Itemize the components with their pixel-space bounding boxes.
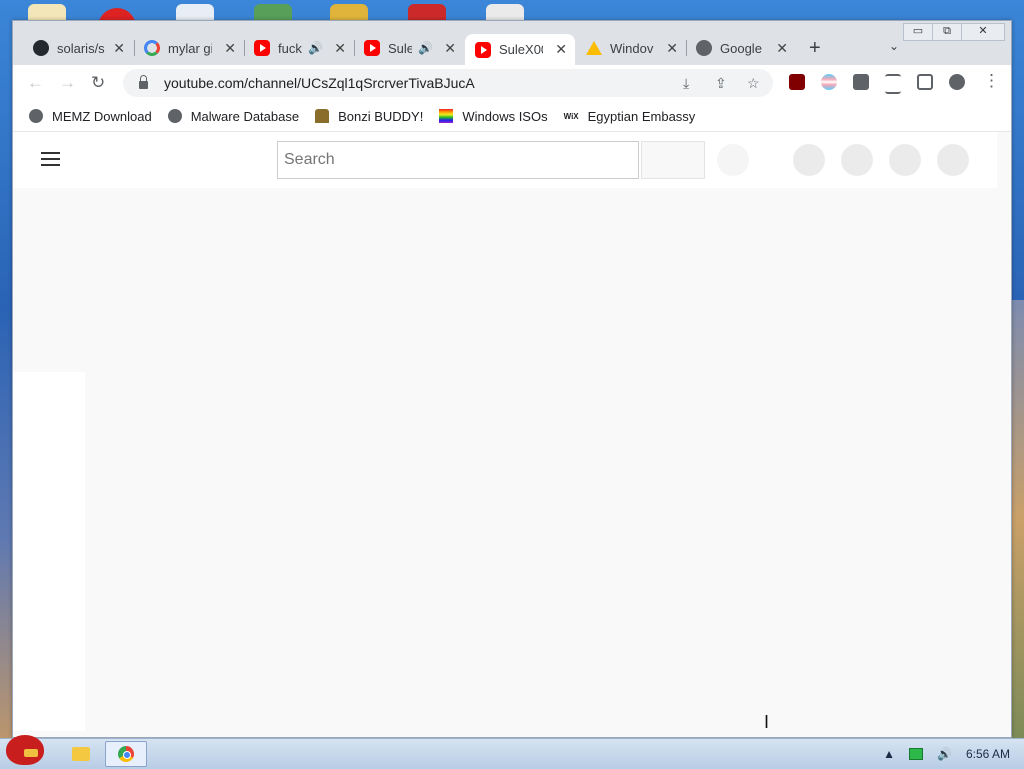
file-explorer-button[interactable] [60, 741, 102, 767]
share-icon[interactable]: ⇪ [715, 75, 727, 92]
close-tab-icon[interactable]: ✕ [666, 40, 678, 57]
tab-youtube-1[interactable]: fuck 🔊 ✕ [244, 34, 354, 62]
tab-search-button[interactable]: ⌄ [889, 39, 899, 53]
tray-expand-icon[interactable]: ▲ [883, 747, 895, 761]
drive-icon [586, 41, 602, 55]
bookmark-bonzi[interactable]: Bonzi BUDDY! [315, 109, 423, 124]
forward-button[interactable]: → [59, 73, 76, 93]
youtube-header [13, 132, 997, 188]
bookmark-label: Windows ISOs [462, 108, 548, 124]
chrome-icon [118, 746, 134, 762]
avatar-placeholder[interactable] [937, 144, 969, 176]
tab-title: Windov [610, 40, 654, 56]
ublock-icon[interactable] [789, 74, 805, 90]
close-tab-icon[interactable]: ✕ [334, 40, 346, 57]
rainbow-flag-icon [439, 109, 454, 123]
tab-title: Google [720, 40, 762, 56]
menu-icon[interactable] [41, 152, 60, 170]
desktop-wallpaper-edge [1012, 300, 1024, 740]
voice-search-placeholder[interactable] [717, 144, 749, 176]
youtube-icon [475, 41, 491, 58]
new-tab-button[interactable]: + [809, 37, 821, 60]
tab-title: fuck [278, 40, 302, 56]
header-button-placeholder[interactable] [889, 144, 921, 176]
tab-youtube-active[interactable]: SuleX00 ✕ [465, 34, 575, 65]
bookmark-malware-database[interactable]: Malware Database [167, 108, 300, 124]
bookmark-label: Bonzi BUDDY! [338, 108, 424, 124]
close-tab-icon[interactable]: ✕ [555, 41, 567, 58]
search-input[interactable] [277, 141, 639, 179]
battery-icon[interactable] [909, 748, 924, 760]
tab-title: solaris/s [57, 40, 105, 56]
speaker-icon[interactable]: 🔊 [308, 41, 323, 55]
angry-bird-icon [6, 735, 44, 765]
tab-github[interactable]: solaris/s ✕ [23, 34, 133, 62]
bonzi-icon [315, 109, 330, 123]
tab-title: mylar gi [168, 40, 212, 56]
globe-icon [29, 109, 43, 123]
minimize-button[interactable]: ▭ [903, 23, 933, 41]
tab-drive[interactable]: Windov ✕ [576, 34, 686, 62]
install-app-icon[interactable]: ⤓ [683, 75, 689, 92]
close-window-button[interactable]: ✕ [961, 23, 1005, 41]
chrome-taskbar-button[interactable] [105, 741, 147, 767]
back-button[interactable]: ← [27, 73, 44, 93]
tab-google-search[interactable]: mylar gi ✕ [134, 34, 244, 62]
lock-icon[interactable] [139, 75, 148, 89]
bookmark-windows-isos[interactable]: Windows ISOs [439, 108, 548, 124]
close-tab-icon[interactable]: ✕ [113, 40, 125, 57]
tab-google[interactable]: Google ✕ [686, 34, 796, 62]
start-button[interactable] [2, 731, 50, 767]
tab-youtube-2[interactable]: Sule 🔊 ✕ [354, 34, 464, 62]
clock[interactable]: 6:56 AM [966, 747, 1010, 761]
maximize-button[interactable]: ⧉ [932, 23, 962, 41]
close-tab-icon[interactable]: ✕ [776, 40, 788, 57]
browser-toolbar: ← → ↻ youtube.com/channel/UCsZql1qSrcrve… [13, 65, 1011, 101]
header-button-placeholder[interactable] [841, 144, 873, 176]
tab-title: Sule [388, 40, 412, 56]
page-content [13, 132, 1011, 737]
bookmark-label: Egyptian Embassy [587, 108, 696, 124]
taskbar: ▲ 🔊 6:56 AM [0, 735, 1024, 769]
tab-strip: ▭ ⧉ ✕ solaris/s ✕ mylar gi ✕ fuck 🔊 ✕ Su… [13, 21, 1011, 65]
close-tab-icon[interactable]: ✕ [224, 40, 236, 57]
bookmark-label: MEMZ Download [52, 108, 152, 124]
bookmarks-bar: MEMZ Download Malware Database Bonzi BUD… [13, 101, 1011, 132]
bookmark-egyptian-embassy[interactable]: WiX Egyptian Embassy [564, 109, 696, 124]
system-tray: ▲ 🔊 6:56 AM [883, 739, 1024, 769]
side-panel-icon[interactable] [917, 74, 933, 90]
text-cursor-icon: I [764, 712, 770, 732]
menu-kebab-icon[interactable]: ⋮ [983, 71, 1000, 91]
volume-icon[interactable]: 🔊 [937, 747, 952, 761]
globe-icon [696, 40, 712, 56]
window-controls: ▭ ⧉ ✕ [903, 23, 1005, 41]
sidebar-placeholder [13, 372, 85, 731]
youtube-icon [364, 40, 380, 56]
speaker-icon[interactable]: 🔊 [418, 41, 433, 55]
puzzle-icon[interactable] [853, 74, 869, 90]
address-bar[interactable]: youtube.com/channel/UCsZql1qSrcrverTivaB… [123, 69, 773, 97]
browser-window: ▭ ⧉ ✕ solaris/s ✕ mylar gi ✕ fuck 🔊 ✕ Su… [12, 20, 1012, 738]
wix-icon: WiX [563, 111, 579, 121]
globe-icon [167, 109, 182, 123]
youtube-icon [254, 40, 270, 56]
header-button-placeholder[interactable] [793, 144, 825, 176]
bookmark-label: Malware Database [190, 108, 300, 124]
google-icon [144, 40, 160, 56]
bookmark-star-icon[interactable]: ☆ [747, 75, 760, 92]
profile-avatar-icon[interactable] [949, 74, 965, 90]
tab-title: SuleX00 [499, 42, 543, 57]
search-button[interactable] [641, 141, 705, 179]
github-icon [33, 40, 49, 56]
close-tab-icon[interactable]: ✕ [444, 40, 456, 57]
media-control-icon[interactable] [885, 74, 901, 94]
bookmark-memz[interactable]: MEMZ Download [29, 109, 152, 124]
url-text[interactable]: youtube.com/channel/UCsZql1qSrcrverTivaB… [164, 75, 475, 91]
reload-button[interactable]: ↻ [91, 73, 105, 93]
extension-icon[interactable] [821, 74, 837, 90]
